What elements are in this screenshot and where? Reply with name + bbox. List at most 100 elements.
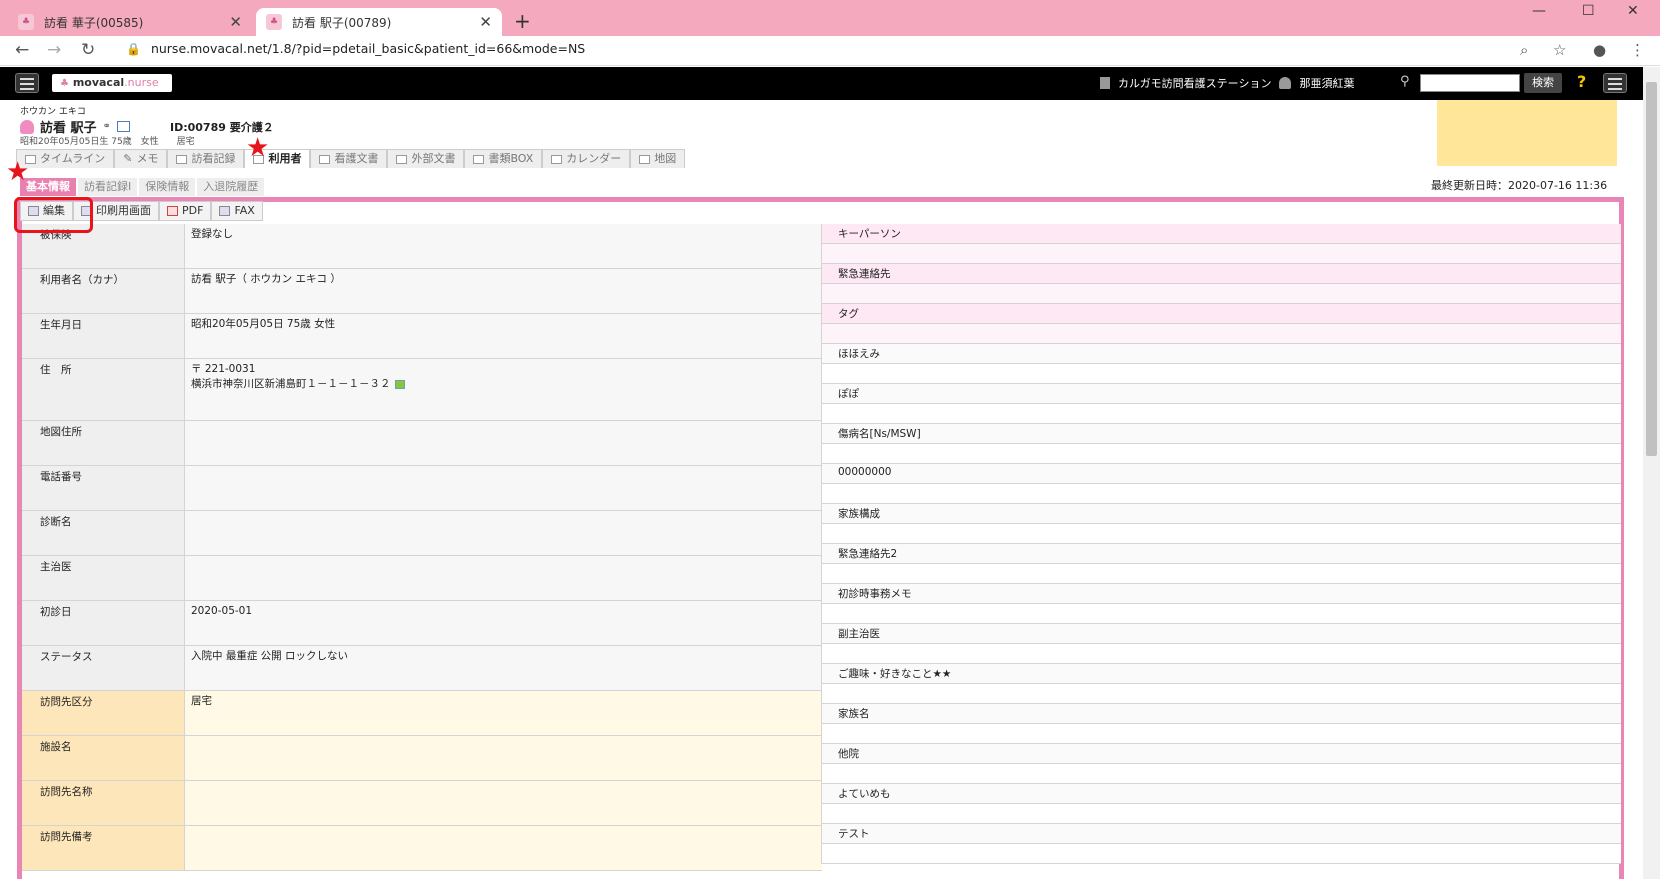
search-button[interactable]: 検索 — [1524, 73, 1562, 93]
field-label: 電話番号 — [22, 466, 185, 510]
reload-icon[interactable]: ↻ — [81, 40, 95, 60]
app-logo[interactable]: ♣ movacal.nurse — [52, 74, 172, 92]
field-value — [185, 736, 822, 780]
table-row: 緊急連絡先 — [822, 264, 1621, 304]
field-label: 緊急連絡先2 — [822, 544, 1621, 564]
help-icon[interactable]: ? — [1577, 72, 1586, 91]
field-label: 施設名 — [22, 736, 185, 780]
scrollbar-thumb[interactable] — [1646, 82, 1657, 456]
browser-tab-title: 訪看 華子(00585) — [44, 15, 144, 30]
link-icon[interactable]: ⚭ — [103, 121, 111, 132]
forward-icon[interactable]: → — [47, 40, 61, 60]
tab-timeline[interactable]: タイムライン — [16, 149, 115, 168]
field-label: 家族構成 — [822, 504, 1621, 524]
field-label: 緊急連絡先 — [822, 264, 1621, 284]
table-row: 生年月日 昭和20年05月05日 75歳 女性 — [22, 314, 822, 359]
settings-menu-icon[interactable] — [1603, 73, 1627, 93]
table-row: タグ — [822, 304, 1621, 344]
tab-calendar[interactable]: カレンダー — [542, 149, 631, 168]
close-window-icon[interactable]: ✕ — [1627, 3, 1639, 19]
star-marker-icon: ★ — [6, 157, 30, 187]
zoom-icon[interactable]: ⌕ — [1520, 41, 1528, 59]
postal-code: 〒 221-0031 — [191, 363, 256, 375]
field-label: ぽぽ — [822, 384, 1621, 404]
browser-tab-title: 訪看 駅子(00789) — [292, 15, 392, 30]
button-label: FAX — [234, 204, 255, 217]
address-bar[interactable]: 🔒 nurse.movacal.net/1.8/?pid=pdetail_basi… — [126, 41, 585, 56]
tab-memo[interactable]: ✎ メモ — [114, 149, 168, 168]
table-row: 初診時事務メモ — [822, 584, 1621, 624]
field-value: 昭和20年05月05日 75歳 女性 — [185, 314, 822, 358]
field-value — [822, 524, 1621, 544]
map-link-icon[interactable] — [394, 379, 405, 389]
field-label: ステータス — [22, 646, 185, 690]
maximize-icon[interactable]: ☐ — [1582, 3, 1595, 19]
field-value: 入院中 最重症 公開 ロックしない — [185, 646, 822, 690]
table-row: よていめも — [822, 784, 1621, 824]
table-row: 緊急連絡先2 — [822, 544, 1621, 584]
field-label: 初診時事務メモ — [822, 584, 1621, 604]
station-name: カルガモ訪問看護ステーション — [1118, 77, 1272, 90]
hamburger-menu-icon[interactable] — [15, 73, 39, 93]
back-icon[interactable]: ← — [15, 40, 29, 60]
subtab-insurance[interactable]: 保険情報 — [139, 178, 196, 196]
tab-map[interactable]: 地図 — [630, 149, 686, 168]
subtab-admission-history[interactable]: 入退院履歴 — [197, 178, 265, 196]
field-label: 利用者名（カナ） — [22, 269, 185, 313]
map-icon — [639, 154, 651, 164]
field-label: 傷病名[Ns/MSW] — [822, 424, 1621, 444]
external-doc-icon — [396, 154, 408, 164]
table-row: 利用者名（カナ） 訪看 駅子（ ホウカン エキコ ） — [22, 269, 822, 314]
field-label: タグ — [822, 304, 1621, 324]
field-value — [822, 284, 1621, 304]
table-row: ほほえみ — [822, 344, 1621, 384]
field-value — [185, 511, 822, 555]
pdf-icon — [167, 206, 178, 216]
field-value — [822, 364, 1621, 384]
tab-label: 書類BOX — [488, 152, 534, 165]
table-row: 家族名 — [822, 704, 1621, 744]
pdf-button[interactable]: PDF — [159, 201, 212, 221]
table-row: 地図住所 — [22, 421, 822, 466]
table-row: ステータス 入院中 最重症 公開 ロックしない — [22, 646, 822, 691]
field-value — [822, 804, 1621, 824]
field-value — [822, 324, 1621, 344]
table-row: ぽぽ — [822, 384, 1621, 424]
field-label: キーパーソン — [822, 224, 1621, 244]
new-tab-icon[interactable]: + — [514, 9, 531, 33]
field-value — [822, 244, 1621, 264]
search-input[interactable] — [1420, 74, 1520, 92]
basic-info-table: 被保険 登録なし 利用者名（カナ） 訪看 駅子（ ホウカン エキコ ） 生年月日 昭和… — [22, 224, 822, 871]
field-label: 地図住所 — [22, 421, 185, 465]
table-row: 施設名 — [22, 736, 822, 781]
tab-label: 外部文書 — [411, 152, 456, 165]
browser-tab-bar: ♣ 訪看 華子(00585) ✕ ♣ 訪看 駅子(00789) ✕ + — ☐ … — [0, 0, 1660, 36]
window-icon[interactable] — [116, 121, 130, 132]
favicon-icon: ♣ — [18, 14, 34, 30]
tab-nursing-docs[interactable]: 看護文書 — [310, 149, 388, 168]
minimize-icon[interactable]: — — [1532, 3, 1546, 19]
tab-visit-record[interactable]: 訪看記録 — [167, 149, 245, 168]
browser-tab-active[interactable]: ♣ 訪看 駅子(00789) ✕ — [256, 8, 502, 36]
field-label: ご趣味・好きなこと★★ — [822, 664, 1621, 684]
tab-label: タイムライン — [40, 152, 106, 165]
field-label: 他院 — [822, 744, 1621, 764]
tab-document-box[interactable]: 書類BOX — [464, 149, 543, 168]
record-icon — [176, 154, 188, 164]
tab-external-docs[interactable]: 外部文書 — [387, 149, 465, 168]
url-text: nurse.movacal.net/1.8/?pid=pdetail_basic… — [150, 41, 586, 56]
fax-button[interactable]: FAX — [211, 201, 263, 221]
subtab-visit-record[interactable]: 訪看記録I — [78, 178, 138, 196]
star-icon[interactable]: ☆ — [1553, 41, 1566, 59]
field-value — [822, 764, 1621, 784]
close-tab-icon[interactable]: ✕ — [229, 13, 242, 31]
browser-tab[interactable]: ♣ 訪看 華子(00585) ✕ — [8, 8, 252, 36]
field-label: よていめも — [822, 784, 1621, 804]
field-label: 生年月日 — [22, 314, 185, 358]
menu-icon[interactable]: ⋮ — [1630, 41, 1645, 59]
profile-icon[interactable]: ● — [1593, 41, 1606, 59]
tab-label: 利用者 — [268, 152, 302, 165]
table-row: 訪問先名称 — [22, 781, 822, 826]
close-tab-icon[interactable]: ✕ — [479, 13, 492, 31]
field-value — [185, 826, 822, 870]
